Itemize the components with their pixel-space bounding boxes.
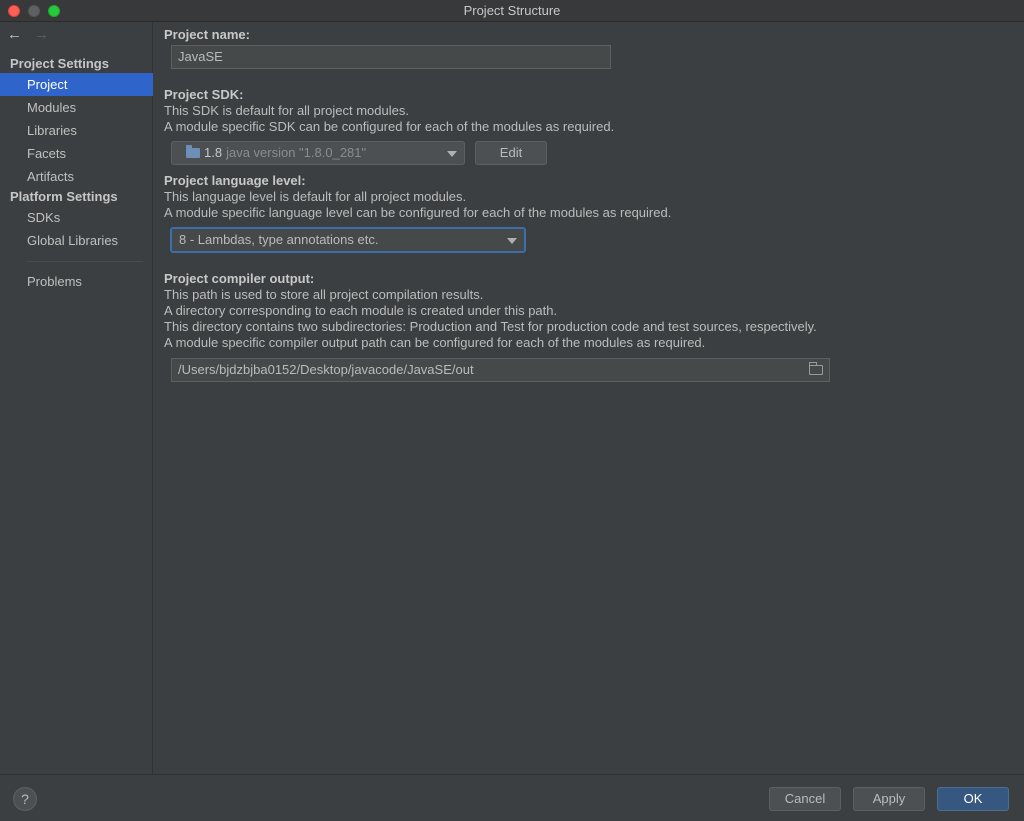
chevron-down-icon (447, 151, 457, 157)
compiler-output-desc-3: This directory contains two subdirectori… (164, 319, 817, 334)
project-sdk-desc-1: This SDK is default for all project modu… (164, 103, 409, 118)
compiler-output-desc-2: A directory corresponding to each module… (164, 303, 558, 318)
sidebar-item-artifacts[interactable]: Artifacts (0, 165, 153, 188)
sidebar-item-global-libraries[interactable]: Global Libraries (0, 229, 153, 252)
project-sdk-desc-2: A module specific SDK can be configured … (164, 119, 615, 134)
sidebar: ← → Project Settings Project Modules Lib… (0, 22, 153, 774)
sidebar-item-modules[interactable]: Modules (0, 96, 153, 119)
sidebar-item-problems[interactable]: Problems (0, 270, 153, 293)
language-level-label: Project language level: (164, 173, 306, 188)
project-settings-panel: Project name: JavaSE Project SDK: This S… (154, 22, 1024, 774)
dialog-footer: ? Cancel Apply OK (0, 774, 1024, 821)
project-sdk-select[interactable]: 1.8 java version "1.8.0_281" (171, 141, 465, 165)
help-icon[interactable]: ? (13, 787, 37, 811)
language-level-desc-1: This language level is default for all p… (164, 189, 467, 204)
compiler-output-path-input[interactable]: /Users/bjdzbjba0152/Desktop/javacode/Jav… (171, 358, 830, 382)
sidebar-item-facets[interactable]: Facets (0, 142, 153, 165)
folder-open-icon[interactable] (809, 362, 823, 375)
compiler-output-path: /Users/bjdzbjba0152/Desktop/javacode/Jav… (178, 362, 474, 377)
sidebar-divider (27, 261, 143, 262)
compiler-output-desc-4: A module specific compiler output path c… (164, 335, 706, 350)
arrow-left-icon[interactable]: ← (7, 26, 22, 43)
cancel-button[interactable]: Cancel (769, 787, 841, 811)
sidebar-item-sdks[interactable]: SDKs (0, 206, 153, 229)
language-level-desc-2: A module specific language level can be … (164, 205, 672, 220)
sidebar-heading-project-settings: Project Settings (10, 56, 109, 71)
compiler-output-desc-1: This path is used to store all project c… (164, 287, 484, 302)
sidebar-heading-platform-settings: Platform Settings (10, 189, 118, 204)
language-level-select[interactable]: 8 - Lambdas, type annotations etc. (170, 227, 526, 253)
compiler-output-label: Project compiler output: (164, 271, 315, 286)
edit-sdk-button[interactable]: Edit (475, 141, 547, 165)
language-level-value: 8 - Lambdas, type annotations etc. (179, 232, 379, 247)
sdk-version: java version "1.8.0_281" (226, 145, 367, 160)
sdk-name: 1.8 (204, 145, 223, 160)
ok-button[interactable]: OK (937, 787, 1009, 811)
folder-icon (186, 144, 200, 158)
sidebar-item-project[interactable]: Project (0, 73, 153, 96)
title-bar: Project Structure (0, 0, 1024, 22)
arrow-right-icon[interactable]: → (34, 26, 49, 43)
sidebar-item-libraries[interactable]: Libraries (0, 119, 153, 142)
project-name-label: Project name: (164, 27, 250, 42)
apply-button[interactable]: Apply (853, 787, 925, 811)
project-name-input[interactable]: JavaSE (171, 45, 611, 69)
window-title: Project Structure (463, 3, 561, 18)
project-sdk-label: Project SDK: (164, 87, 244, 102)
chevron-down-icon (507, 238, 517, 244)
